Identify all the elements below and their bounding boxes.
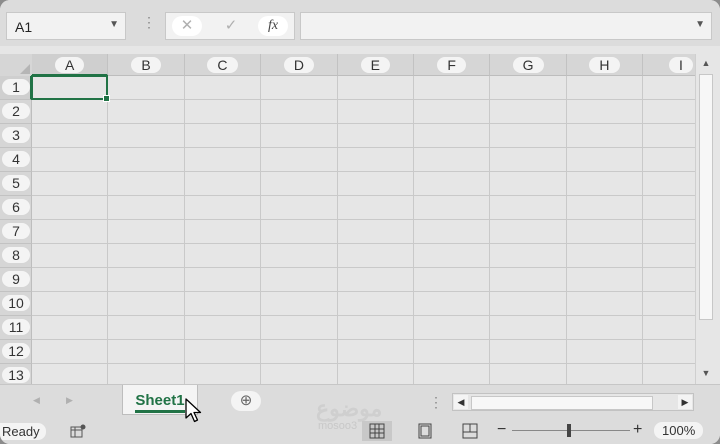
grid-row-line xyxy=(32,267,695,268)
column-header-b[interactable]: B xyxy=(108,54,185,76)
watermark-text: mosoo3 xyxy=(318,420,358,432)
column-header-e[interactable]: E xyxy=(337,54,414,76)
cancel-icon[interactable]: ✕ xyxy=(172,16,202,36)
page-layout-view-icon[interactable] xyxy=(410,421,440,441)
row-header-6[interactable]: 6 xyxy=(0,196,32,220)
active-cell[interactable] xyxy=(31,75,111,102)
add-sheet-icon[interactable]: ⊕ xyxy=(231,391,261,411)
row-header-label: 4 xyxy=(2,151,30,167)
row-header-label: 3 xyxy=(2,127,30,143)
row-header-label: 13 xyxy=(2,367,30,383)
row-header-8[interactable]: 8 xyxy=(0,244,32,268)
column-header-label: H xyxy=(589,57,620,73)
chevron-down-icon[interactable]: ▼ xyxy=(109,19,119,30)
grid-row-line xyxy=(32,339,695,340)
row-header-label: 6 xyxy=(2,199,30,215)
expand-formula-icon[interactable]: ▼ xyxy=(695,19,705,30)
excel-window: A1 ▼ ⋮ ✕ ✓ fx ▼ A B C D E F G H I 1 2 3 4 5 6 7 8 9 10 11 12… xyxy=(0,0,720,444)
column-header-label: C xyxy=(207,57,238,73)
select-all-corner[interactable] xyxy=(0,54,33,77)
zoom-level[interactable]: 100% xyxy=(654,422,704,439)
row-header-label: 11 xyxy=(2,319,30,335)
normal-view-icon[interactable] xyxy=(362,421,392,441)
vertical-dots-icon[interactable]: ⋮ xyxy=(142,14,156,31)
column-header-g[interactable]: G xyxy=(490,54,567,76)
column-header-label: G xyxy=(512,57,544,73)
column-header-c[interactable]: C xyxy=(184,54,262,76)
macro-record-icon[interactable] xyxy=(70,424,86,438)
row-header-7[interactable]: 7 xyxy=(0,220,32,244)
row-header-label: 10 xyxy=(2,295,30,311)
scroll-right-icon[interactable]: ▶ xyxy=(678,395,692,409)
formula-input[interactable]: ▼ xyxy=(300,12,712,40)
vertical-dots-icon[interactable]: ⋮ xyxy=(429,394,443,411)
vertical-scroll-thumb[interactable] xyxy=(699,74,713,320)
grid-row-line xyxy=(32,363,695,364)
page-break-view-icon[interactable] xyxy=(455,421,485,441)
enter-icon[interactable]: ✓ xyxy=(216,16,246,36)
row-header-5[interactable]: 5 xyxy=(0,172,32,196)
scroll-up-icon[interactable]: ▲ xyxy=(699,56,713,70)
formula-buttons: ✕ ✓ fx xyxy=(165,12,295,40)
row-header-11[interactable]: 11 xyxy=(0,316,32,340)
zoom-slider-track[interactable] xyxy=(512,430,630,431)
column-header-d[interactable]: D xyxy=(261,54,338,76)
grid-row-line xyxy=(32,291,695,292)
column-header-label: I xyxy=(668,57,693,73)
mouse-pointer-icon xyxy=(185,398,202,423)
status-text: Ready xyxy=(0,423,46,440)
row-header-label: 8 xyxy=(2,247,30,263)
zoom-slider-thumb[interactable] xyxy=(567,424,571,437)
row-header-3[interactable]: 3 xyxy=(0,124,32,148)
status-bar: Ready موضوع mosoo3 − + 100% xyxy=(0,396,720,444)
sheet-tab-label: Sheet1 xyxy=(135,392,185,413)
worksheet-grid[interactable]: A B C D E F G H I 1 2 3 4 5 6 7 8 9 10 11 12 13 xyxy=(0,54,695,384)
scroll-left-icon[interactable]: ◀ xyxy=(454,395,468,409)
column-header-label: A xyxy=(55,57,85,73)
scroll-down-icon[interactable]: ▼ xyxy=(699,366,713,380)
horizontal-scrollbar[interactable]: ◀ ▶ xyxy=(452,393,694,411)
insert-function-icon[interactable]: fx xyxy=(258,16,288,36)
row-header-13[interactable]: 13 xyxy=(0,364,32,384)
grid-row-line xyxy=(32,195,695,196)
row-header-label: 7 xyxy=(2,223,30,239)
vertical-scrollbar[interactable]: ▲ ▼ xyxy=(695,54,716,384)
column-header-a[interactable]: A xyxy=(32,54,109,76)
watermark-logo: موضوع xyxy=(316,396,383,421)
row-header-12[interactable]: 12 xyxy=(0,340,32,364)
grid-row-line xyxy=(32,171,695,172)
prev-sheet-icon[interactable]: ◀ xyxy=(33,395,40,406)
horizontal-scroll-thumb[interactable] xyxy=(471,396,653,410)
formula-bar: A1 ▼ ⋮ ✕ ✓ fx ▼ xyxy=(0,0,720,46)
column-header-label: E xyxy=(360,57,390,73)
name-box-value: A1 xyxy=(15,19,33,35)
row-header-label: 12 xyxy=(2,343,30,359)
row-header-2[interactable]: 2 xyxy=(0,100,32,124)
next-sheet-icon[interactable]: ▶ xyxy=(66,395,73,406)
grid-row-line xyxy=(32,219,695,220)
grid-row-line xyxy=(32,99,695,100)
column-header-label: D xyxy=(283,57,314,73)
row-header-10[interactable]: 10 xyxy=(0,292,32,316)
grid-row-line xyxy=(32,315,695,316)
zoom-out-button[interactable]: − xyxy=(497,421,506,439)
column-header-i[interactable]: I xyxy=(643,54,695,76)
column-header-h[interactable]: H xyxy=(566,54,644,76)
row-header-9[interactable]: 9 xyxy=(0,268,32,292)
row-header-4[interactable]: 4 xyxy=(0,148,32,172)
row-header-label: 9 xyxy=(2,271,30,287)
grid-row-line xyxy=(32,147,695,148)
grid-row-line xyxy=(32,123,695,124)
column-header-label: B xyxy=(131,57,161,73)
row-header-label: 1 xyxy=(2,79,30,95)
row-header-label: 5 xyxy=(2,175,30,191)
column-header-f[interactable]: F xyxy=(414,54,491,76)
row-header-label: 2 xyxy=(2,103,30,119)
name-box[interactable]: A1 ▼ xyxy=(6,12,126,40)
grid-row-line xyxy=(32,243,695,244)
zoom-in-button[interactable]: + xyxy=(633,421,642,439)
row-header-1[interactable]: 1 xyxy=(0,76,32,100)
column-header-label: F xyxy=(437,57,466,73)
